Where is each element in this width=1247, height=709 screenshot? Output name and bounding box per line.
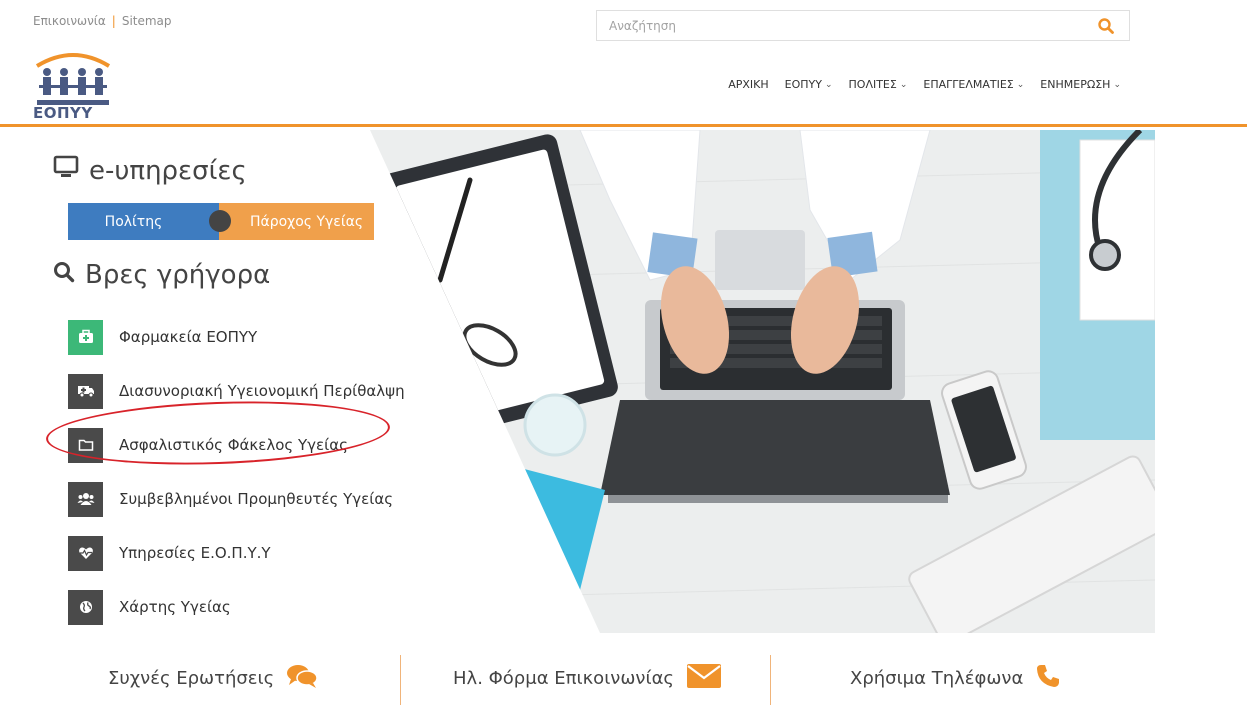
quick-item-label: Ασφαλιστικός Φάκελος Υγείας bbox=[119, 436, 348, 454]
hero-section: e-υπηρεσίες Πολίτης Πάροχος Υγείας Βρες … bbox=[0, 130, 1247, 633]
contact-form-link[interactable]: Ηλ. Φόρμα Επικοινωνίας bbox=[453, 663, 722, 694]
chevron-down-icon: ⌄ bbox=[1113, 79, 1121, 90]
site-header: ΕΟΠΥΥ ΑΡΧΙΚΗ ΕΟΠΥΥ ⌄ ΠΟΛΙΤΕΣ ⌄ ΕΠΑΓΓΕΛΜΑ… bbox=[0, 41, 1247, 127]
quick-item-crossborder[interactable]: Διασυνοριακή Υγειονομική Περίθαλψη bbox=[68, 364, 405, 418]
nav-item-home[interactable]: ΑΡΧΙΚΗ bbox=[720, 78, 776, 91]
user-type-toggle: Πολίτης Πάροχος Υγείας bbox=[68, 203, 374, 240]
heartbeat-icon bbox=[68, 535, 103, 571]
quick-item-label: Υπηρεσίες Ε.Ο.Π.Υ.Υ bbox=[119, 544, 271, 562]
eopyy-logo[interactable]: ΕΟΠΥΥ bbox=[33, 48, 113, 128]
quick-item-services[interactable]: Υπηρεσίες Ε.Ο.Π.Υ.Υ bbox=[68, 526, 405, 580]
nav-item-professionals[interactable]: ΕΠΑΓΓΕΛΜΑΤΙΕΣ ⌄ bbox=[915, 78, 1032, 91]
nav-item-news[interactable]: ΕΝΗΜΕΡΩΣΗ ⌄ bbox=[1032, 78, 1129, 91]
top-utility-bar: Επικοινωνία | Sitemap bbox=[0, 0, 1247, 41]
nav-item-eopyy[interactable]: ΕΟΠΥΥ ⌄ bbox=[777, 78, 841, 91]
ambulance-icon bbox=[68, 373, 103, 409]
monitor-icon bbox=[53, 155, 79, 186]
quick-item-pharmacies[interactable]: Φαρμακεία ΕΟΠΥΥ bbox=[68, 310, 405, 364]
quick-item-label: Συμβεβλημένοι Προμηθευτές Υγείας bbox=[119, 490, 394, 508]
sitemap-link[interactable]: Sitemap bbox=[122, 14, 172, 28]
contact-form-label: Ηλ. Φόρμα Επικοινωνίας bbox=[453, 668, 674, 689]
envelope-icon bbox=[686, 663, 722, 694]
quick-item-label: Διασυνοριακή Υγειονομική Περίθαλψη bbox=[119, 382, 405, 400]
phone-icon bbox=[1035, 663, 1061, 694]
nav-label: ΕΝΗΜΕΡΩΣΗ bbox=[1040, 78, 1111, 91]
bottom-separator bbox=[770, 655, 771, 705]
provider-button[interactable]: Πάροχος Υγείας bbox=[219, 203, 374, 240]
utility-separator: | bbox=[111, 14, 116, 28]
chevron-down-icon: ⌄ bbox=[1016, 79, 1025, 90]
quick-find-title-text: Βρες γρήγορα bbox=[85, 260, 271, 290]
eservices-title-text: e-υπηρεσίες bbox=[89, 155, 247, 186]
faq-link[interactable]: Συχνές Ερωτήσεις bbox=[108, 663, 318, 694]
users-icon bbox=[68, 481, 103, 517]
logo-text: ΕΟΠΥΥ bbox=[33, 104, 93, 122]
globe-icon bbox=[68, 589, 103, 625]
quick-item-label: Φαρμακεία ΕΟΠΥΥ bbox=[119, 328, 258, 346]
quick-item-suppliers[interactable]: Συμβεβλημένοι Προμηθευτές Υγείας bbox=[68, 472, 405, 526]
chevron-down-icon: ⌄ bbox=[899, 79, 908, 90]
nav-item-citizens[interactable]: ΠΟΛΙΤΕΣ ⌄ bbox=[841, 78, 916, 91]
eservices-title: e-υπηρεσίες bbox=[53, 155, 247, 186]
faq-label: Συχνές Ερωτήσεις bbox=[108, 668, 275, 689]
search-input[interactable] bbox=[609, 17, 1079, 35]
chat-icon bbox=[286, 663, 318, 694]
nav-label: ΕΠΑΓΓΕΛΜΑΤΙΕΣ bbox=[923, 78, 1014, 91]
useful-phones-link[interactable]: Χρήσιμα Τηλέφωνα bbox=[850, 663, 1061, 694]
main-nav: ΑΡΧΙΚΗ ΕΟΠΥΥ ⌄ ΠΟΛΙΤΕΣ ⌄ ΕΠΑΓΓΕΛΜΑΤΙΕΣ ⌄… bbox=[720, 78, 1129, 91]
quick-item-label: Χάρτης Υγείας bbox=[119, 598, 231, 616]
search-icon[interactable] bbox=[1097, 17, 1115, 35]
utility-links: Επικοινωνία | Sitemap bbox=[33, 14, 172, 28]
quick-item-health-file[interactable]: Ασφαλιστικός Φάκελος Υγείας bbox=[68, 418, 405, 472]
search-icon bbox=[53, 260, 75, 290]
citizen-button[interactable]: Πολίτης bbox=[68, 203, 219, 240]
hero-desk-image bbox=[370, 130, 1155, 633]
nav-label: ΠΟΛΙΤΕΣ bbox=[848, 78, 897, 91]
medkit-icon bbox=[68, 319, 103, 355]
nav-label: ΑΡΧΙΚΗ bbox=[728, 78, 769, 91]
logo-emblem-icon bbox=[35, 53, 111, 105]
chevron-down-icon: ⌄ bbox=[824, 79, 833, 90]
quick-item-health-map[interactable]: Χάρτης Υγείας bbox=[68, 580, 405, 634]
bottom-links-bar: Συχνές Ερωτήσεις Ηλ. Φόρμα Επικοινωνίας … bbox=[0, 633, 1247, 709]
folder-icon bbox=[68, 427, 103, 463]
nav-label: ΕΟΠΥΥ bbox=[784, 78, 822, 91]
contact-link[interactable]: Επικοινωνία bbox=[33, 14, 106, 28]
phones-label: Χρήσιμα Τηλέφωνα bbox=[850, 668, 1024, 689]
quick-find-title: Βρες γρήγορα bbox=[53, 260, 270, 290]
bottom-separator bbox=[400, 655, 401, 705]
quick-find-list: Φαρμακεία ΕΟΠΥΥ Διασυνοριακή Υγειονομική… bbox=[68, 310, 405, 634]
search-box bbox=[596, 10, 1130, 41]
toggle-knob[interactable] bbox=[209, 210, 231, 232]
